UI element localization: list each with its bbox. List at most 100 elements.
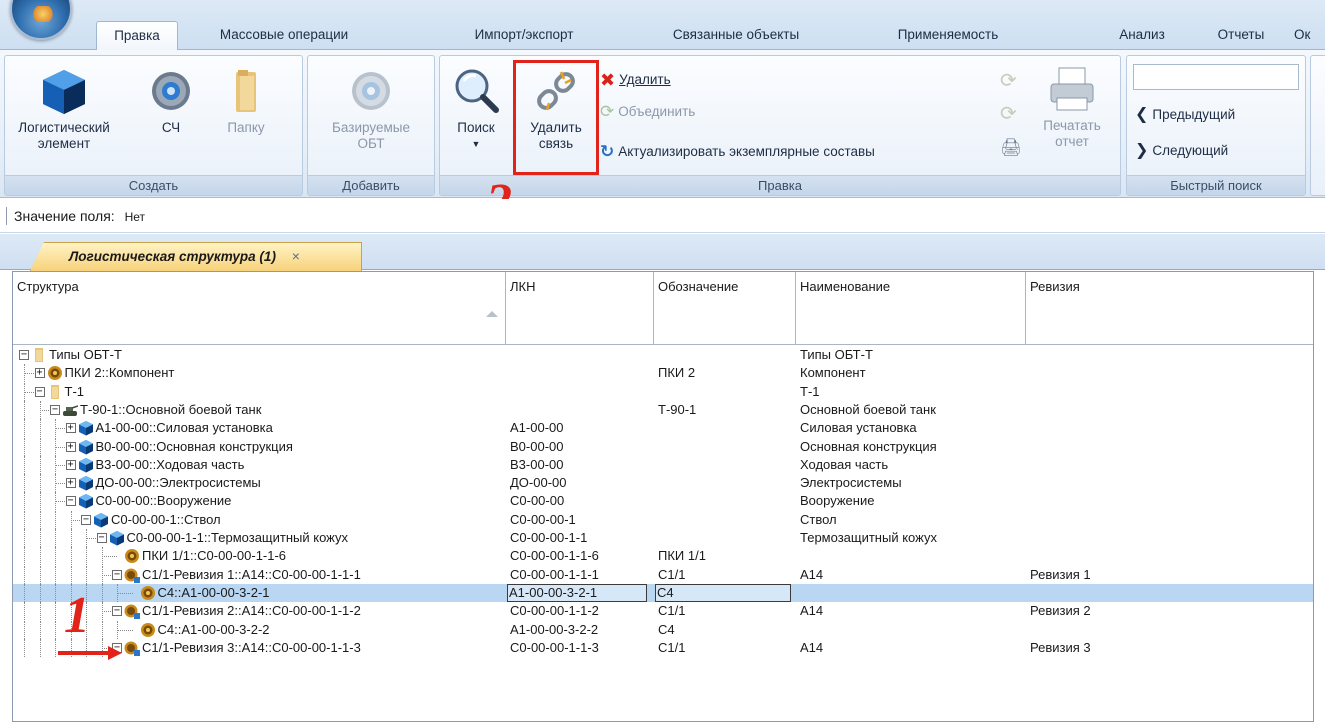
name-cell: Компонент — [800, 365, 866, 380]
gear-icon — [152, 72, 190, 110]
table-row[interactable]: − С1/1-Ревизия 3::А14::С0-00-00-1-1-3 С0-0… — [13, 639, 1313, 657]
column-header-designation[interactable]: Обозначение — [654, 272, 796, 345]
tree-guide-line — [55, 621, 56, 639]
tree-node-label: С0-00-00-1-1::Термозащитный кожух — [126, 530, 349, 545]
collapse-icon[interactable]: − — [19, 350, 29, 360]
previous-button[interactable]: ❮ Предыдущий — [1135, 104, 1235, 126]
tab-import-export[interactable]: Импорт/экспорт — [446, 21, 602, 50]
collapse-icon[interactable]: − — [34, 387, 45, 397]
tree-guide-line — [24, 602, 25, 620]
tab-edit[interactable]: Правка — [96, 21, 178, 51]
merge-button[interactable]: ⟳ Объединить — [600, 101, 695, 123]
tree-guide-line — [39, 511, 41, 529]
expand-icon[interactable]: + — [65, 442, 76, 452]
folder-button[interactable]: Папку — [213, 66, 279, 136]
refresh-icon[interactable]: ⟳ — [1000, 68, 1017, 93]
tree-guide-line — [101, 556, 117, 557]
sch-button[interactable]: СЧ — [145, 66, 197, 136]
delete-button[interactable]: ✖ Удалить — [600, 69, 671, 91]
table-row[interactable]: + А1-00-00::Силовая установка А1-00-00 Сило… — [13, 419, 1313, 437]
tab-related-objects[interactable]: Связанные объекты — [646, 21, 826, 50]
table-row[interactable]: − С1/1-Ревизия 1::А14::С0-00-00-1-1-1 С0-0… — [13, 566, 1313, 584]
designation-cell: С4 — [658, 622, 675, 637]
table-row[interactable]: − Т-1 Т-1 — [13, 383, 1313, 401]
document-tab[interactable]: Логистическая структура (1) × — [30, 242, 362, 271]
actualize-button[interactable]: ↻ Актуализировать экземплярные составы — [600, 141, 875, 163]
tree-guide-line — [24, 401, 25, 419]
application-menu-button[interactable] — [10, 0, 72, 40]
name-cell: Силовая установка — [800, 420, 917, 435]
collapse-icon[interactable]: − — [65, 496, 76, 506]
tree-node-label: ПКИ 2::Компонент — [64, 365, 175, 380]
table-row[interactable]: + В3-00-00::Ходовая часть В3-00-00 Ходовая … — [13, 456, 1313, 474]
table-row[interactable]: − Типы ОБТ-Т Типы ОБТ-Т — [13, 346, 1313, 364]
column-header-structure[interactable]: Структура — [13, 272, 506, 345]
table-row[interactable]: С4::А1-00-00-3-2-2 А1-00-00-3-2-2 С4 — [13, 621, 1313, 639]
tab-reports[interactable]: Отчеты — [1202, 21, 1280, 50]
expand-icon[interactable]: + — [34, 368, 45, 378]
revision-cell — [1030, 419, 1310, 437]
search-button[interactable]: Поиск ▼ — [444, 66, 508, 152]
table-row[interactable]: ПКИ 1/1::С0-00-00-1-1-6 С0-00-00-1-1-6 ПКИ… — [13, 547, 1313, 565]
collapse-icon[interactable]: − — [81, 515, 91, 525]
table-row[interactable]: + ПКИ 2::Компонент ПКИ 2 Компонент — [13, 364, 1313, 382]
lkn-cell: С0-00-00-1-1-3 — [510, 640, 599, 655]
tab-mass-operations[interactable]: Массовые операции — [194, 21, 374, 50]
tab-analysis[interactable]: Анализ — [1108, 21, 1176, 50]
designation-cell — [658, 383, 794, 401]
print-small-icon[interactable]: 🖨 — [1000, 138, 1022, 158]
table-row[interactable]: + ДО-00-00::Электросистемы ДО-00-00 Электро… — [13, 474, 1313, 492]
table-row[interactable]: + В0-00-00::Основная конструкция В0-00-00 О… — [13, 438, 1313, 456]
base-obt-button[interactable]: Базируемые ОБТ — [308, 66, 434, 152]
expand-icon[interactable]: + — [65, 423, 76, 433]
group-create: Логистический элемент СЧ Папку Создать — [4, 55, 303, 196]
print-report-button[interactable]: Печатать отчет — [1032, 64, 1112, 150]
tree-node-label: С1/1-Ревизия 1::А14::С0-00-00-1-1-1 — [142, 567, 361, 582]
tab-applicability[interactable]: Применяемость — [870, 21, 1026, 50]
group-add-caption: Добавить — [308, 175, 434, 195]
collapse-icon[interactable]: − — [112, 606, 122, 616]
expand-icon[interactable]: + — [65, 460, 76, 470]
revision-cell — [1030, 364, 1310, 382]
logistic-element-button[interactable]: Логистический элемент — [5, 66, 123, 152]
table-row[interactable]: − С0-00-00-1-1::Термозащитный кожух С0-00-… — [13, 529, 1313, 547]
column-header-revision[interactable]: Ревизия — [1026, 272, 1313, 345]
tree-guide-line — [24, 547, 25, 565]
name-cell: Вооружение — [800, 493, 875, 508]
tree-guide-line — [24, 474, 25, 492]
tree-guide-line — [39, 474, 41, 492]
tree-guide-line — [24, 456, 25, 474]
cube-icon — [78, 493, 94, 509]
tree-guide-line — [39, 438, 41, 456]
table-row[interactable]: С4::А1-00-00-3-2-1 А1-00-00-3-2-1 С4 — [13, 584, 1313, 602]
designation-cell: С1/1 — [658, 640, 686, 655]
collapse-icon[interactable]: − — [96, 533, 107, 543]
structure-tree-grid[interactable]: Структура ЛКН Обозначение Наименование Р… — [12, 271, 1314, 722]
column-header-label: Обозначение — [658, 279, 739, 294]
table-row[interactable]: − С0-00-00-1::Ствол С0-00-00-1 Ствол — [13, 511, 1313, 529]
close-icon[interactable]: × — [292, 248, 300, 264]
table-row[interactable]: − С1/1-Ревизия 2::А14::С0-00-00-1-1-2 С0-0… — [13, 602, 1313, 620]
table-row[interactable]: − С0-00-00::Вооружение С0-00-00 Вооружение — [13, 492, 1313, 510]
refresh-icon[interactable]: ⟳ — [1000, 101, 1017, 126]
quick-search-input[interactable] — [1133, 64, 1299, 90]
chevron-right-icon: ❯ — [1135, 142, 1149, 160]
tree-node-label: Т-1 — [64, 384, 85, 399]
next-button[interactable]: ❯ Следующий — [1135, 140, 1228, 162]
tree-guide-line — [39, 621, 41, 639]
cube-icon — [78, 475, 94, 491]
collapse-icon[interactable]: − — [112, 570, 122, 580]
tree-cell: − С0-00-00-1-1::Термозащитный кожух — [13, 529, 506, 547]
actualize-label: Актуализировать экземплярные составы — [618, 144, 875, 159]
designation-cell: ПКИ 1/1 — [658, 548, 706, 563]
column-header-lkn[interactable]: ЛКН — [506, 272, 654, 345]
tab-ok[interactable]: Ок — [1294, 21, 1325, 50]
column-header-name[interactable]: Наименование — [796, 272, 1026, 345]
revision-cell — [1030, 547, 1310, 565]
designation-cell — [658, 456, 794, 474]
expand-icon[interactable]: + — [65, 478, 76, 488]
tree-node-label: А1-00-00::Силовая установка — [95, 420, 273, 435]
table-row[interactable]: − Т-90-1::Основной боевой танк Т-90-1 Основ… — [13, 401, 1313, 419]
collapse-icon[interactable]: − — [50, 405, 60, 415]
cube-icon — [109, 530, 125, 546]
